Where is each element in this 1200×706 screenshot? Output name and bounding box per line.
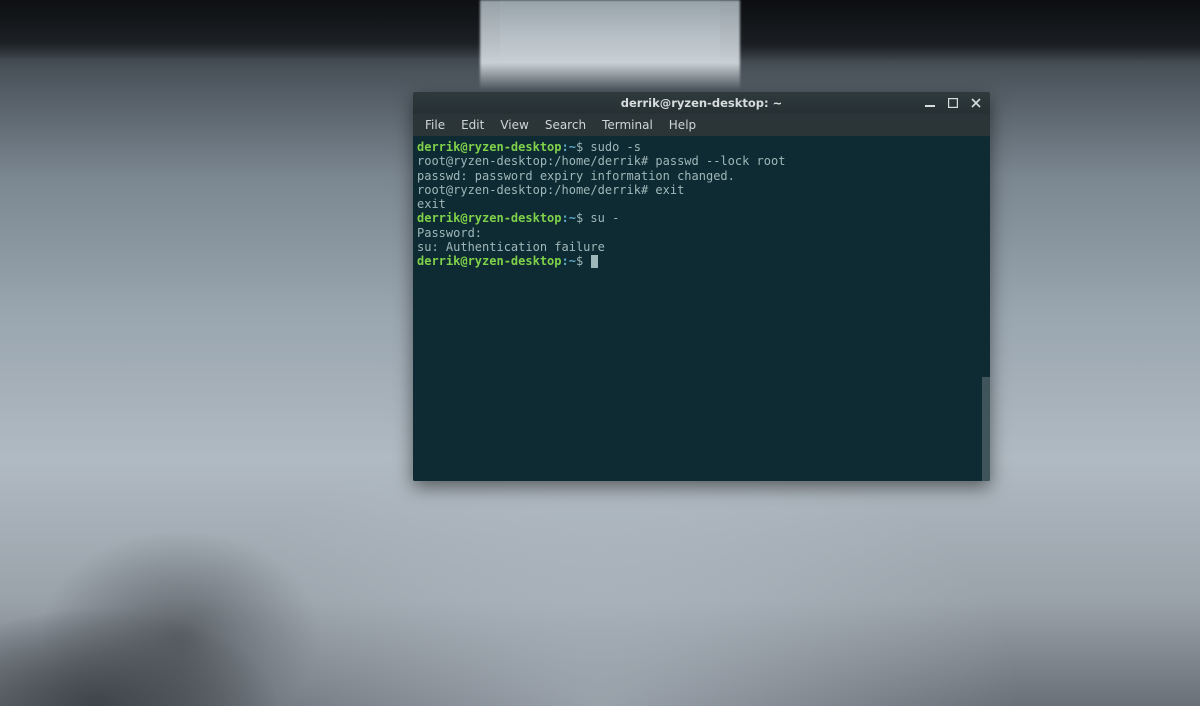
terminal-output[interactable]: derrik@ryzen-desktop:~$ sudo -sroot@ryze…	[413, 136, 990, 481]
close-button[interactable]	[970, 97, 982, 109]
terminal-cursor	[591, 255, 598, 268]
minimize-button[interactable]	[924, 97, 936, 109]
maximize-icon	[948, 98, 958, 108]
window-controls	[920, 92, 986, 114]
minimize-icon	[925, 98, 935, 108]
menu-search[interactable]: Search	[537, 116, 594, 134]
terminal-line: derrik@ryzen-desktop:~$ sudo -s	[417, 140, 986, 154]
terminal-line: root@ryzen-desktop:/home/derrik# exit	[417, 183, 986, 197]
wallpaper-cliff-right	[720, 0, 1200, 62]
menu-bar: File Edit View Search Terminal Help	[413, 114, 990, 136]
menu-help[interactable]: Help	[661, 116, 704, 134]
window-titlebar[interactable]: derrik@ryzen-desktop: ~	[413, 92, 990, 114]
terminal-line: root@ryzen-desktop:/home/derrik# passwd …	[417, 154, 986, 168]
close-icon	[971, 98, 981, 108]
terminal-line: exit	[417, 197, 986, 211]
wallpaper-waterfall	[480, 0, 740, 90]
wallpaper-cliff-left	[0, 0, 500, 60]
terminal-line-current: derrik@ryzen-desktop:~$	[417, 254, 986, 268]
menu-view[interactable]: View	[492, 116, 536, 134]
menu-file[interactable]: File	[417, 116, 453, 134]
terminal-scrollbar[interactable]	[982, 377, 990, 481]
terminal-line: Password:	[417, 226, 986, 240]
menu-edit[interactable]: Edit	[453, 116, 492, 134]
terminal-line: derrik@ryzen-desktop:~$ su -	[417, 211, 986, 225]
window-title: derrik@ryzen-desktop: ~	[413, 96, 990, 110]
terminal-line: su: Authentication failure	[417, 240, 986, 254]
wallpaper-rocks	[0, 546, 320, 706]
terminal-window[interactable]: derrik@ryzen-desktop: ~ File Edit View S…	[413, 92, 990, 481]
menu-terminal[interactable]: Terminal	[594, 116, 661, 134]
terminal-line: passwd: password expiry information chan…	[417, 169, 986, 183]
maximize-button[interactable]	[947, 97, 959, 109]
